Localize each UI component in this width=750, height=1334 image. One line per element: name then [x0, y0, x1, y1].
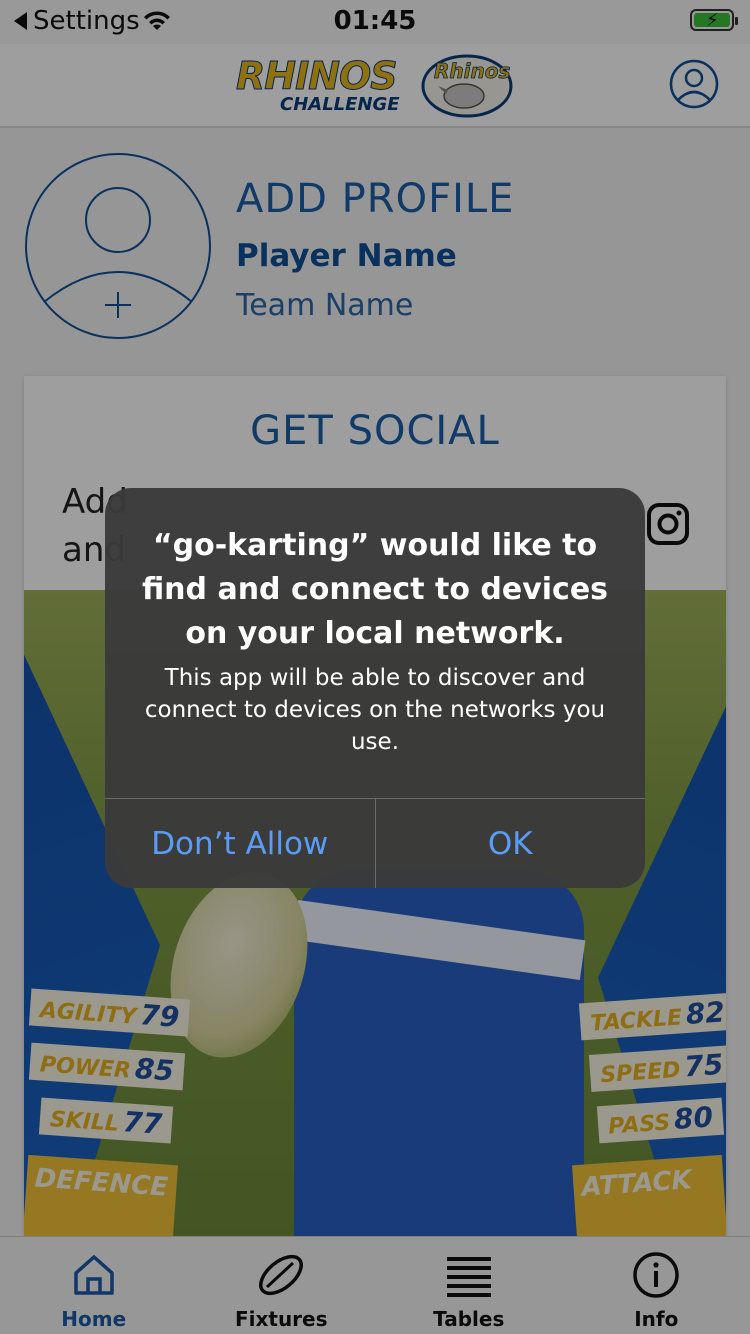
ok-button[interactable]: OK [374, 799, 646, 888]
alert-message: This app will be able to discover and co… [144, 665, 606, 755]
local-network-alert: “go-karting” would like to find and conn… [105, 488, 645, 888]
dont-allow-button[interactable]: Don’t Allow [105, 799, 375, 888]
alert-title: “go-karting” would like to find and conn… [141, 528, 609, 651]
alert-actions: Don’t Allow OK [105, 798, 645, 888]
